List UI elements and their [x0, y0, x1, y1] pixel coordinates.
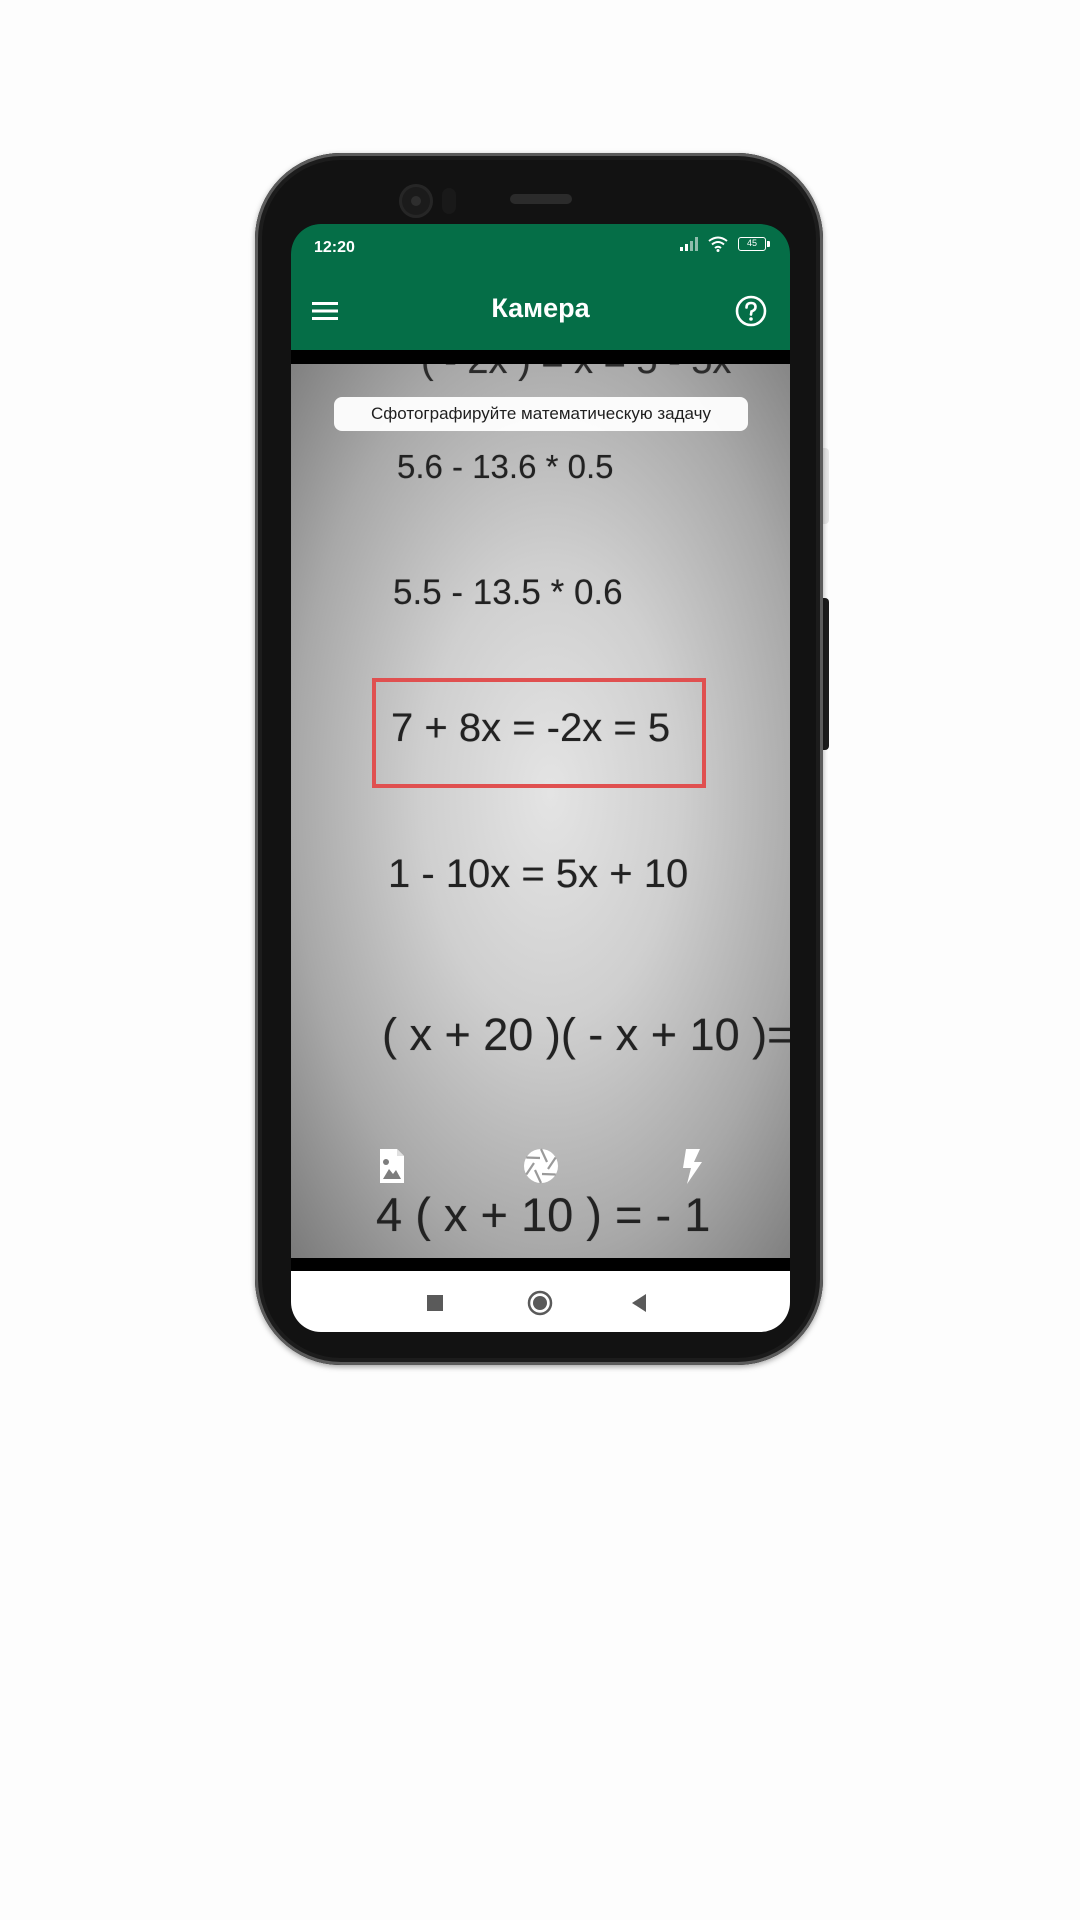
signal-icon [680, 237, 698, 251]
flash-icon[interactable] [672, 1146, 712, 1186]
wifi-icon [708, 236, 728, 252]
volume-button [822, 448, 829, 524]
equation-text: 5.5 - 13.5 * 0.6 [393, 573, 623, 612]
equation-text: 4 ( x + 10 ) = - 1 [376, 1188, 711, 1241]
app-bar: Камера [291, 272, 790, 350]
selection-frame[interactable] [372, 678, 706, 788]
navigation-bar [291, 1271, 790, 1332]
equation-text: ( x + 20 )( - x + 10 )= [382, 1009, 790, 1060]
status-icons: 45 [680, 236, 770, 252]
home-circle-icon[interactable] [527, 1290, 553, 1316]
help-circle-icon[interactable] [734, 294, 768, 328]
status-time: 12:20 [314, 239, 355, 256]
equation-text: 1 - 10x = 5x + 10 [388, 852, 689, 896]
equation-text: ( - 2x ) = x = 5 - 5x [421, 364, 731, 383]
camera-viewfinder[interactable]: ( - 2x ) = x = 5 - 5x 5.6 - 13.6 * 0.5 5… [291, 364, 790, 1258]
equation-text: 5.6 - 13.6 * 0.5 [397, 448, 614, 485]
battery-level: 45 [746, 238, 757, 248]
shutter-aperture-icon[interactable] [521, 1146, 561, 1186]
front-camera-icon [399, 184, 433, 218]
back-triangle-icon[interactable] [630, 1293, 648, 1313]
earpiece-speaker [510, 194, 572, 204]
status-bar: 12:20 45 [291, 224, 790, 272]
recents-square-icon[interactable] [427, 1295, 443, 1311]
capture-hint: Сфотографируйте математическую задачу [334, 397, 748, 431]
page-title: Камера [491, 293, 590, 323]
proximity-sensor [442, 188, 456, 214]
gallery-image-icon[interactable] [372, 1146, 412, 1186]
power-button [822, 598, 829, 750]
battery-icon: 45 [738, 237, 770, 251]
phone-screen: 12:20 45 Камера 5.6 - 13.6 * 0.5 5.5 - 1… [291, 224, 790, 1332]
